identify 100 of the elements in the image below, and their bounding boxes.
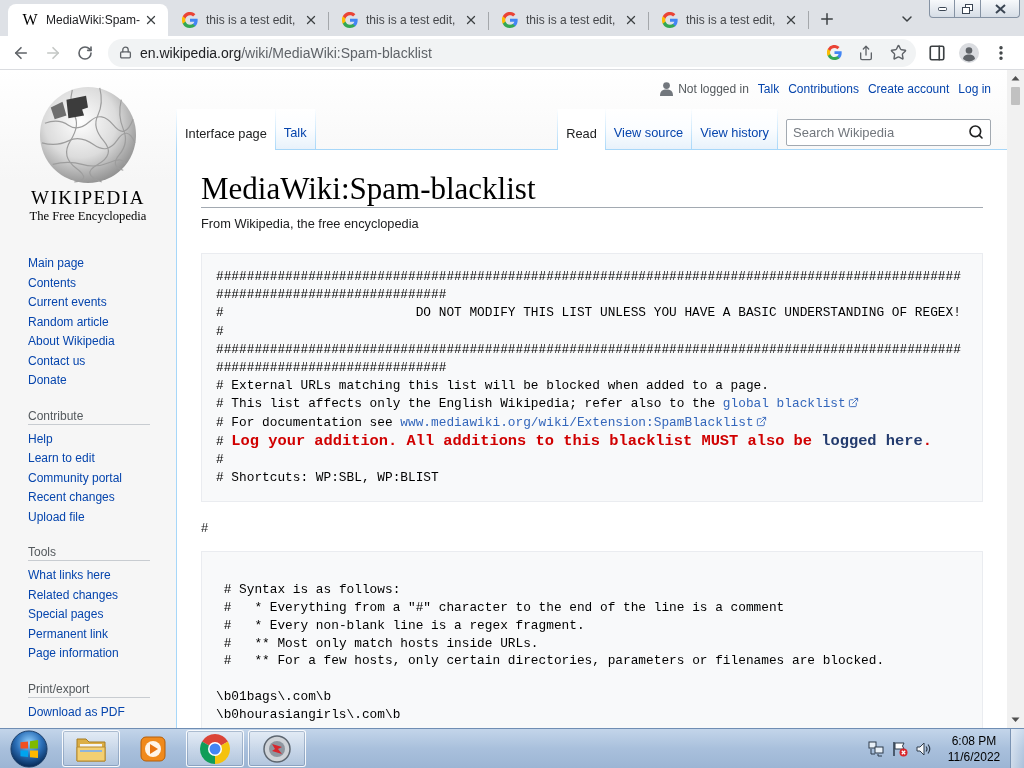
speaker-icon[interactable] xyxy=(916,740,932,757)
sidebar-link[interactable]: Random article xyxy=(28,312,109,332)
address-bar[interactable]: en.wikipedia.org/wiki/MediaWiki:Spam-blacklist xyxy=(108,38,916,67)
personal-link[interactable]: Contributions xyxy=(788,82,859,96)
sidebar-link[interactable]: Main page xyxy=(28,254,85,274)
disc-icon[interactable] xyxy=(263,734,291,763)
close-icon[interactable] xyxy=(624,13,638,27)
search-icon[interactable] xyxy=(968,124,984,140)
close-icon[interactable] xyxy=(464,13,478,27)
page-tab[interactable]: Read xyxy=(557,109,606,150)
g-logo-icon xyxy=(662,12,678,28)
g-logo-icon xyxy=(342,12,358,28)
code-line: # DO NOT MODIFY THIS LIST UNLESS YOU HAVE A BASIC UNDERSTANDING OF REGEX! xyxy=(216,304,962,323)
folder-icon[interactable] xyxy=(76,735,106,762)
code-line: # xyxy=(216,322,225,341)
sidebar-link[interactable]: Donate xyxy=(28,371,67,391)
taskbar-app-button[interactable] xyxy=(62,730,120,767)
personal-link[interactable]: Log in xyxy=(958,82,991,96)
page-tab[interactable]: Talk xyxy=(275,109,316,149)
code-line: # Syntax is as follows: xyxy=(222,581,402,600)
network-icon[interactable] xyxy=(868,740,884,757)
code-link[interactable]: global blacklist xyxy=(722,396,846,412)
browser-tab[interactable]: this is a test edit, xyxy=(488,4,648,36)
code-line: # ** For a few hosts, only certain directories, parameters or filenames are blocked. xyxy=(222,652,886,671)
search-field[interactable]: Search Wikipedia xyxy=(786,119,991,146)
puzzle-globe-drawing[interactable] xyxy=(39,86,137,184)
star-icon[interactable] xyxy=(889,44,907,61)
g-logo-icon xyxy=(502,12,518,28)
page-title: MediaWiki:Spam-blacklist xyxy=(201,170,983,208)
close-window-button[interactable] xyxy=(980,0,1020,18)
share-icon[interactable] xyxy=(858,44,874,61)
browser-tab[interactable]: this is a test edit, xyxy=(168,4,328,36)
profile-avatar-icon[interactable] xyxy=(959,42,979,63)
minimize-icon xyxy=(937,6,947,11)
page-subtitle: From Wikipedia, the free encyclopedia xyxy=(201,216,420,232)
code-line: # This list affects only the English Wikipedia; refer also to the global blacklist xyxy=(216,395,968,414)
browser-tab[interactable]: this is a test edit, xyxy=(328,4,488,36)
clock-time: 6:08 PM xyxy=(951,732,997,749)
side-panel-icon[interactable] xyxy=(928,43,946,62)
personal-link[interactable]: Create account xyxy=(867,82,950,96)
close-icon[interactable] xyxy=(304,13,318,27)
close-icon[interactable] xyxy=(784,13,798,27)
sidebar-link[interactable]: Learn to edit xyxy=(28,449,95,469)
reload-icon[interactable] xyxy=(77,44,93,61)
wordmark: WIKIPEDIA xyxy=(31,188,145,208)
restore-button[interactable] xyxy=(954,0,981,18)
code-line: \b0hourasiangirls\.com\b xyxy=(216,705,402,724)
taskbar-app-button[interactable] xyxy=(186,730,244,767)
play-icon[interactable] xyxy=(140,735,166,762)
page-tab[interactable]: View history xyxy=(692,109,778,149)
code-link[interactable]: logged here xyxy=(821,431,923,450)
sidebar-link[interactable]: What links here xyxy=(28,566,111,586)
code-line: # xyxy=(216,451,225,470)
sidebar-link[interactable]: Recent changes xyxy=(28,488,115,508)
close-icon[interactable] xyxy=(144,13,158,27)
code-line: # Log your addition. All additions to this blacklist MUST also be logged here. xyxy=(216,431,933,452)
page-tab[interactable]: View source xyxy=(605,109,693,149)
browser-tab[interactable]: W MediaWiki:Spam- xyxy=(8,4,168,36)
user-icon xyxy=(660,82,674,96)
scrollbar-thumb[interactable] xyxy=(1011,87,1020,105)
sidebar-link[interactable]: About Wikipedia xyxy=(28,332,115,352)
sidebar-link[interactable]: Download as PDF xyxy=(28,702,125,722)
sidebar-link[interactable]: Community portal xyxy=(28,468,123,488)
lock-icon[interactable] xyxy=(119,46,132,59)
g-logo-icon xyxy=(182,12,198,28)
sidebar-link[interactable]: Special pages xyxy=(28,605,104,625)
sidebar-link[interactable]: Contact us xyxy=(28,351,86,371)
scrollbar[interactable] xyxy=(1007,70,1024,728)
sidebar-heading: Print/export xyxy=(28,680,150,698)
login-status: Not logged in xyxy=(678,82,749,96)
close-icon xyxy=(994,3,1006,14)
sidebar-link[interactable]: Current events xyxy=(28,293,107,313)
start-orb-icon[interactable] xyxy=(10,729,48,768)
sidebar-link[interactable]: Permanent link xyxy=(28,624,109,644)
logo-tagline: The Free Encyclopedia xyxy=(29,209,147,224)
clock-date: 11/6/2022 xyxy=(947,748,1001,765)
code-link[interactable]: www.mediawiki.org/wiki/Extension:SpamBlacklist xyxy=(400,414,754,430)
restore-icon xyxy=(962,3,973,14)
sidebar-link[interactable]: Page information xyxy=(28,644,119,664)
sidebar-heading: Contribute xyxy=(28,407,150,425)
personal-link[interactable]: Talk xyxy=(757,82,780,96)
flag-icon[interactable] xyxy=(892,740,908,757)
sidebar-link[interactable]: Related changes xyxy=(28,585,119,605)
taskbar-app-button[interactable] xyxy=(248,730,306,767)
sidebar-link[interactable]: Contents xyxy=(28,273,77,293)
plus-icon[interactable] xyxy=(818,10,836,28)
code-line: # External URLs matching this list will be blocked when added to a page. xyxy=(216,377,770,396)
code-line: # Shortcuts: WP:SBL, WP:BLIST xyxy=(216,469,440,488)
browser-logo-icon[interactable] xyxy=(200,733,230,764)
page-tab[interactable]: Interface page xyxy=(176,109,276,150)
code-line: # * Every non-blank line is a regex fragment. xyxy=(222,616,586,635)
minimize-button[interactable] xyxy=(929,0,955,18)
sidebar-link[interactable]: Upload file xyxy=(28,507,85,527)
paragraph-text: # xyxy=(201,519,210,538)
code-line: # ** Most only match hosts inside URLs. xyxy=(222,634,540,653)
code-line: ############################################################################################################################### xyxy=(216,268,962,305)
browser-tab[interactable]: this is a test edit, xyxy=(648,4,808,36)
code-line: # For documentation see www.mediawiki.org/wiki/Extension:SpamBlacklist xyxy=(216,413,968,432)
code-line: \b01bags\.com\b xyxy=(216,688,333,706)
sidebar-link[interactable]: Help xyxy=(28,429,53,449)
